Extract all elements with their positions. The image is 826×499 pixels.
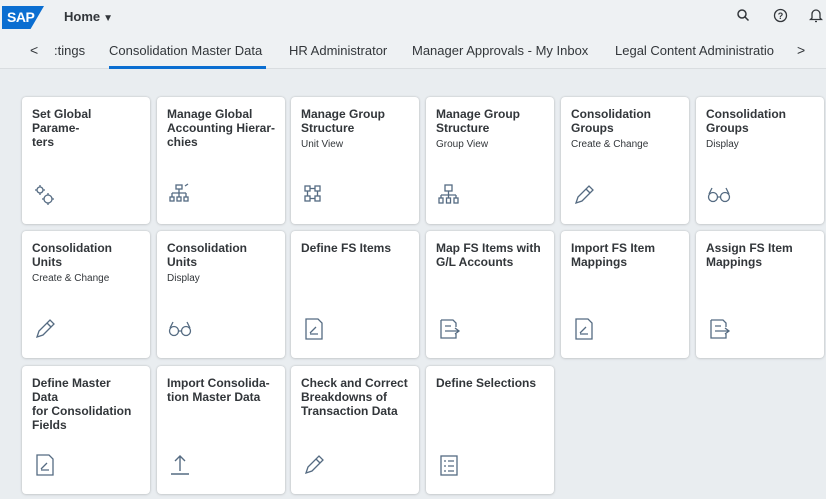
tile-define-selections[interactable]: Define Selections: [426, 366, 554, 494]
tab-consolidation-master-data[interactable]: Consolidation Master Data: [109, 43, 262, 58]
glasses-icon: [167, 316, 193, 342]
document-map-icon: [706, 316, 732, 342]
notifications-icon[interactable]: [806, 8, 826, 28]
network-icon: [301, 182, 327, 208]
help-icon[interactable]: ?: [770, 8, 790, 28]
edit-pencil-icon: [32, 316, 58, 342]
tile-title: Manage Global Accounting Hierar- chies: [167, 107, 276, 149]
tile-title: Define FS Items: [301, 241, 392, 255]
tile-map-fs-items-gl-accounts[interactable]: Map FS Items with G/L Accounts: [426, 231, 554, 358]
checklist-icon: [436, 452, 462, 478]
tile-consolidation-groups-create-change[interactable]: Consolidation Groups Create & Change: [561, 97, 689, 224]
tabs-prev-arrow[interactable]: <: [30, 42, 38, 58]
tile-set-global-parameters[interactable]: Set Global Parame- ters: [22, 97, 150, 224]
tile-define-master-data-consolidation-fields[interactable]: Define Master Data for Consolidation Fie…: [22, 366, 150, 494]
tile-subtitle: Display: [167, 273, 200, 284]
home-label: Home: [64, 9, 101, 24]
tile-title: Manage Group Structure: [301, 107, 386, 135]
tile-title: Map FS Items with G/L Accounts: [436, 241, 541, 269]
active-tab-indicator: [109, 66, 266, 69]
tile-title: Set Global Parame- ters: [32, 107, 92, 149]
svg-text:?: ?: [777, 11, 783, 21]
document-edit-icon: [32, 452, 58, 478]
tile-title: Define Master Data for Consolidation Fie…: [32, 376, 132, 432]
tile-title: Import Consolida- tion Master Data: [167, 376, 270, 404]
glasses-icon: [706, 182, 732, 208]
tile-define-fs-items[interactable]: Define FS Items: [291, 231, 419, 358]
tile-check-correct-breakdowns[interactable]: Check and Correct Breakdowns of Transact…: [291, 366, 419, 494]
tile-assign-fs-item-mappings[interactable]: Assign FS Item Mappings: [696, 231, 824, 358]
tile-manage-group-structure-group-view[interactable]: Manage Group Structure Group View: [426, 97, 554, 224]
tile-title: Check and Correct Breakdowns of Transact…: [301, 376, 408, 418]
tile-title: Consolidation Groups: [571, 107, 651, 135]
tile-manage-global-accounting-hierarchies[interactable]: Manage Global Accounting Hierar- chies: [157, 97, 285, 224]
tile-subtitle: Unit View: [301, 139, 344, 150]
tile-import-fs-item-mappings[interactable]: Import FS Item Mappings: [561, 231, 689, 358]
document-edit-icon: [301, 316, 327, 342]
caret-down-icon: ▼: [103, 13, 114, 24]
settings-gears-icon: [32, 182, 58, 208]
home-menu-button[interactable]: Home ▼: [64, 9, 113, 24]
edit-pencil-icon: [571, 182, 597, 208]
tile-manage-group-structure-unit-view[interactable]: Manage Group Structure Unit View: [291, 97, 419, 224]
tile-title: Import FS Item Mappings: [571, 241, 656, 269]
tab-manager-approvals[interactable]: Manager Approvals - My Inbox: [412, 43, 588, 58]
tile-consolidation-units-display[interactable]: Consolidation Units Display: [157, 231, 285, 358]
tile-subtitle: Display: [706, 139, 739, 150]
org-chart-icon: [436, 182, 462, 208]
search-icon[interactable]: [733, 8, 753, 28]
tile-import-consolidation-master-data[interactable]: Import Consolida- tion Master Data: [157, 366, 285, 494]
tile-title: Assign FS Item Mappings: [706, 241, 793, 269]
tab-legal-content-administration[interactable]: Legal Content Administratio: [615, 43, 783, 58]
sap-logo[interactable]: SAP: [2, 6, 44, 29]
tab-settings[interactable]: :tings: [54, 43, 85, 58]
tile-title: Manage Group Structure: [436, 107, 521, 135]
document-edit-icon: [571, 316, 597, 342]
tile-subtitle: Create & Change: [571, 139, 649, 150]
tile-subtitle: Group View: [436, 139, 489, 150]
upload-icon: [167, 452, 193, 478]
tab-hr-administrator[interactable]: HR Administrator: [289, 43, 387, 58]
tab-bar: < :tings Consolidation Master Data HR Ad…: [0, 35, 826, 69]
tile-title: Consolidation Groups: [706, 107, 786, 135]
tabs-next-arrow[interactable]: >: [797, 42, 805, 58]
tile-subtitle: Create & Change: [32, 273, 110, 284]
tile-title: Consolidation Units: [32, 241, 112, 269]
tile-title: Consolidation Units: [167, 241, 247, 269]
tile-consolidation-groups-display[interactable]: Consolidation Groups Display: [696, 97, 824, 224]
edit-pencil-icon: [301, 452, 327, 478]
tile-title: Define Selections: [436, 376, 537, 390]
tile-consolidation-units-create-change[interactable]: Consolidation Units Create & Change: [22, 231, 150, 358]
document-map-icon: [436, 316, 462, 342]
hierarchy-icon: [167, 182, 193, 208]
shell-header: SAP Home ▼ ?: [0, 0, 826, 35]
